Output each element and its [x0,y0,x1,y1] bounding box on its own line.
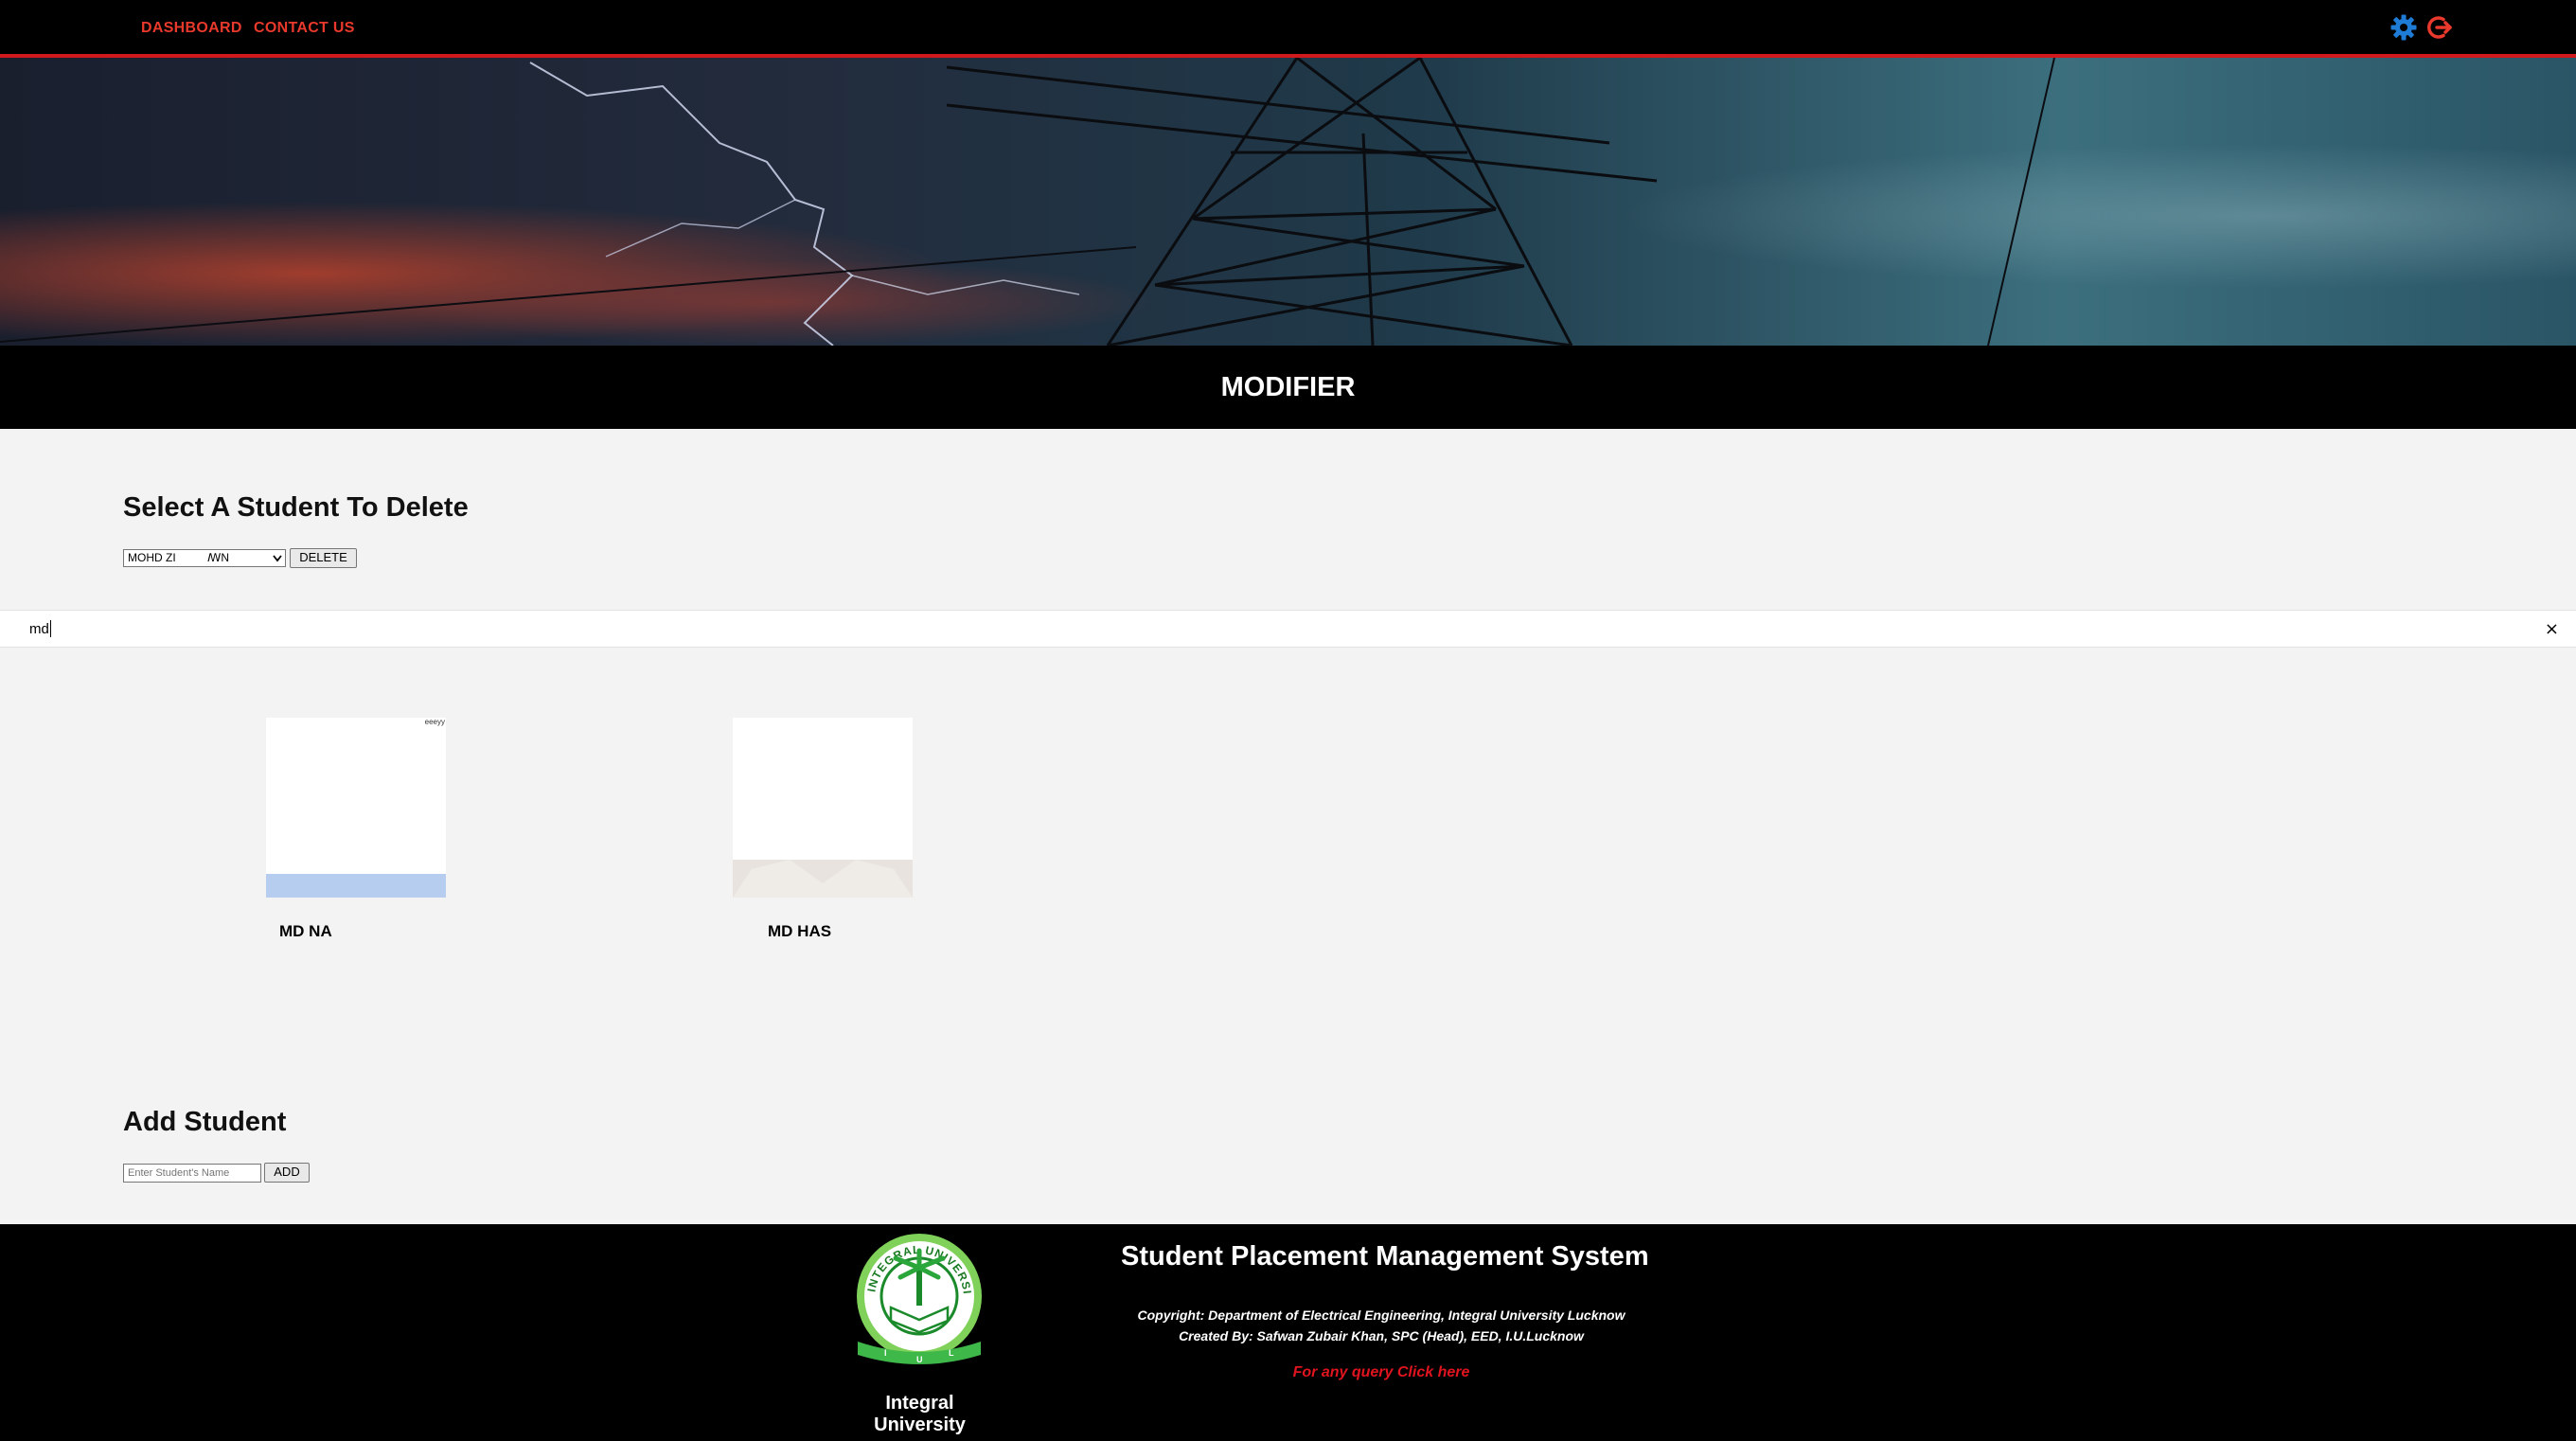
logout-icon[interactable] [2425,13,2454,42]
student-name: MD HAS [768,922,832,940]
query-link[interactable]: For any query Click here [1031,1364,1732,1381]
settings-gear-icon[interactable] [2389,13,2418,42]
university-logo: INTEGRAL UNIVERSITY, LUCKNOW I U L [848,1230,982,1364]
power-tower-storm-illustration [0,58,2576,346]
logo-letter-u: U [916,1355,923,1364]
student-result-card[interactable]: MD HAS [733,718,913,945]
student-photo: eeeyy [266,718,446,898]
university-name: Integral University [874,1393,966,1435]
photo-caption: eeeyy [424,718,445,726]
system-title: Student Placement Management System [1121,1241,1649,1272]
page-title: MODIFIER [1220,372,1356,402]
page-title-bar: MODIFIER [0,346,2576,429]
add-student-button[interactable]: ADD [264,1163,310,1183]
copyright-text: Copyright: Department of Electrical Engi… [1137,1308,1626,1323]
logo-letter-l: L [949,1348,954,1358]
header-banner-image [0,58,2576,346]
clear-search-icon[interactable]: × [2545,619,2559,639]
student-select-dropdown[interactable]: MOHD ZI ꟿN [123,549,286,567]
student-result-card[interactable]: eeeyy MD NA [266,718,446,945]
nav-link-contact-us[interactable]: CONTACT US [254,20,355,37]
student-photo-image [266,718,446,898]
delete-button[interactable]: DELETE [290,548,357,568]
delete-section-heading: Select A Student To Delete [123,492,469,523]
student-photo [733,718,913,898]
chevron-down-icon [273,555,282,562]
student-photo-image [733,718,913,898]
footer: INTEGRAL UNIVERSITY, LUCKNOW I U L Integ… [0,1224,2576,1441]
logo-letter-i: I [884,1348,887,1358]
student-select-value: MOHD ZI ꟿN [128,551,230,564]
student-name: MD NA [279,922,332,940]
student-name-input[interactable] [123,1164,261,1183]
created-by-text: Created By: Safwan Zubair Khan, SPC (Hea… [1179,1328,1584,1343]
top-navigation-bar: DASHBOARD CONTACT US [0,0,2576,58]
text-cursor [50,620,51,637]
search-bar[interactable]: md × [0,610,2576,648]
add-section-heading: Add Student [123,1107,287,1137]
nav-link-dashboard[interactable]: DASHBOARD [141,20,242,37]
search-input[interactable]: md [29,621,49,637]
